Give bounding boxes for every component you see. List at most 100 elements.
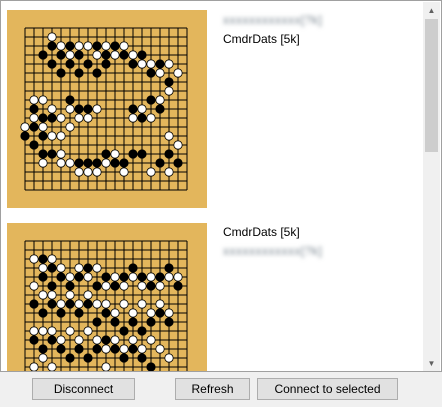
black-stone	[47, 41, 57, 51]
white-stone	[119, 299, 129, 309]
scroll-up-icon[interactable]: ▲	[423, 2, 440, 19]
white-stone	[119, 41, 129, 51]
black-stone	[164, 77, 174, 87]
white-stone	[38, 95, 48, 105]
white-stone	[128, 272, 138, 282]
player-name-redacted: xxxxxxxxxxxx[?k]	[223, 244, 323, 258]
black-stone	[20, 131, 30, 141]
refresh-button[interactable]: Refresh	[175, 378, 250, 400]
white-stone	[137, 299, 147, 309]
white-stone	[65, 122, 75, 132]
black-stone	[29, 299, 39, 309]
white-stone	[128, 335, 138, 345]
player-name: CmdrDats [5k]	[223, 32, 300, 46]
white-stone	[83, 167, 93, 177]
white-stone	[110, 335, 120, 345]
white-stone	[110, 308, 120, 318]
white-stone	[38, 158, 48, 168]
black-stone	[101, 308, 111, 318]
connect-to-selected-button[interactable]: Connect to selected	[257, 378, 398, 400]
black-stone	[155, 59, 165, 69]
black-stone	[74, 272, 84, 282]
black-stone	[29, 140, 39, 150]
black-stone	[155, 158, 165, 168]
white-stone	[65, 326, 75, 336]
black-stone	[83, 353, 93, 363]
white-stone	[56, 41, 66, 51]
white-stone	[20, 122, 30, 132]
white-stone	[38, 263, 48, 273]
black-stone	[92, 68, 102, 78]
black-stone	[119, 158, 129, 168]
board-preview	[7, 223, 207, 371]
black-stone	[83, 299, 93, 309]
white-stone	[137, 281, 147, 291]
white-stone	[146, 272, 156, 282]
black-stone	[47, 59, 57, 69]
white-stone	[92, 104, 102, 114]
white-stone	[128, 308, 138, 318]
scroll-down-icon[interactable]: ▼	[423, 355, 440, 371]
black-stone	[47, 149, 57, 159]
white-stone	[74, 41, 84, 51]
black-stone	[38, 344, 48, 354]
white-stone	[56, 158, 66, 168]
white-stone	[29, 362, 39, 371]
black-stone	[65, 281, 75, 291]
white-stone	[29, 95, 39, 105]
black-stone	[128, 263, 138, 273]
white-stone	[56, 263, 66, 273]
vertical-scrollbar[interactable]: ▲ ▼	[423, 2, 440, 371]
white-stone	[56, 113, 66, 123]
black-stone	[101, 59, 111, 69]
black-stone	[137, 272, 147, 282]
black-stone	[38, 113, 48, 123]
black-stone	[47, 281, 57, 291]
black-stone	[146, 362, 156, 371]
black-stone	[137, 50, 147, 60]
black-stone	[110, 344, 120, 354]
white-stone	[56, 335, 66, 345]
white-stone	[38, 326, 48, 336]
white-stone	[74, 113, 84, 123]
black-stone	[47, 335, 57, 345]
scrollbar-thumb[interactable]	[425, 19, 438, 152]
white-stone	[155, 299, 165, 309]
black-stone	[101, 50, 111, 60]
white-stone	[101, 158, 111, 168]
black-stone	[119, 326, 129, 336]
game-list-item[interactable]: xxxxxxxxxxxx[?k] CmdrDats [5k]	[1, 1, 417, 211]
white-stone	[137, 344, 147, 354]
game-list-item[interactable]: CmdrDats [5k] xxxxxxxxxxxx[?k]	[1, 211, 417, 371]
white-stone	[146, 113, 156, 123]
black-stone	[155, 272, 165, 282]
black-stone	[92, 158, 102, 168]
game-list[interactable]: xxxxxxxxxxxx[?k] CmdrDats [5k] CmdrDats …	[0, 0, 442, 372]
black-stone	[110, 281, 120, 291]
black-stone	[128, 344, 138, 354]
white-stone	[137, 104, 147, 114]
white-stone	[47, 104, 57, 114]
white-stone	[92, 263, 102, 273]
disconnect-button[interactable]: Disconnect	[32, 378, 135, 400]
white-stone	[29, 281, 39, 291]
player-name: CmdrDats [5k]	[223, 225, 300, 239]
black-stone	[65, 299, 75, 309]
white-stone	[65, 290, 75, 300]
white-stone	[38, 353, 48, 363]
black-stone	[137, 113, 147, 123]
black-stone	[110, 41, 120, 51]
black-stone	[119, 353, 129, 363]
white-stone	[56, 299, 66, 309]
black-stone	[128, 149, 138, 159]
black-stone	[173, 281, 183, 291]
black-stone	[164, 263, 174, 273]
black-stone	[101, 335, 111, 345]
white-stone	[173, 272, 183, 282]
white-stone	[38, 122, 48, 132]
white-stone	[101, 299, 111, 309]
black-stone	[128, 104, 138, 114]
white-stone	[29, 254, 39, 264]
black-stone	[29, 122, 39, 132]
black-stone	[119, 50, 129, 60]
